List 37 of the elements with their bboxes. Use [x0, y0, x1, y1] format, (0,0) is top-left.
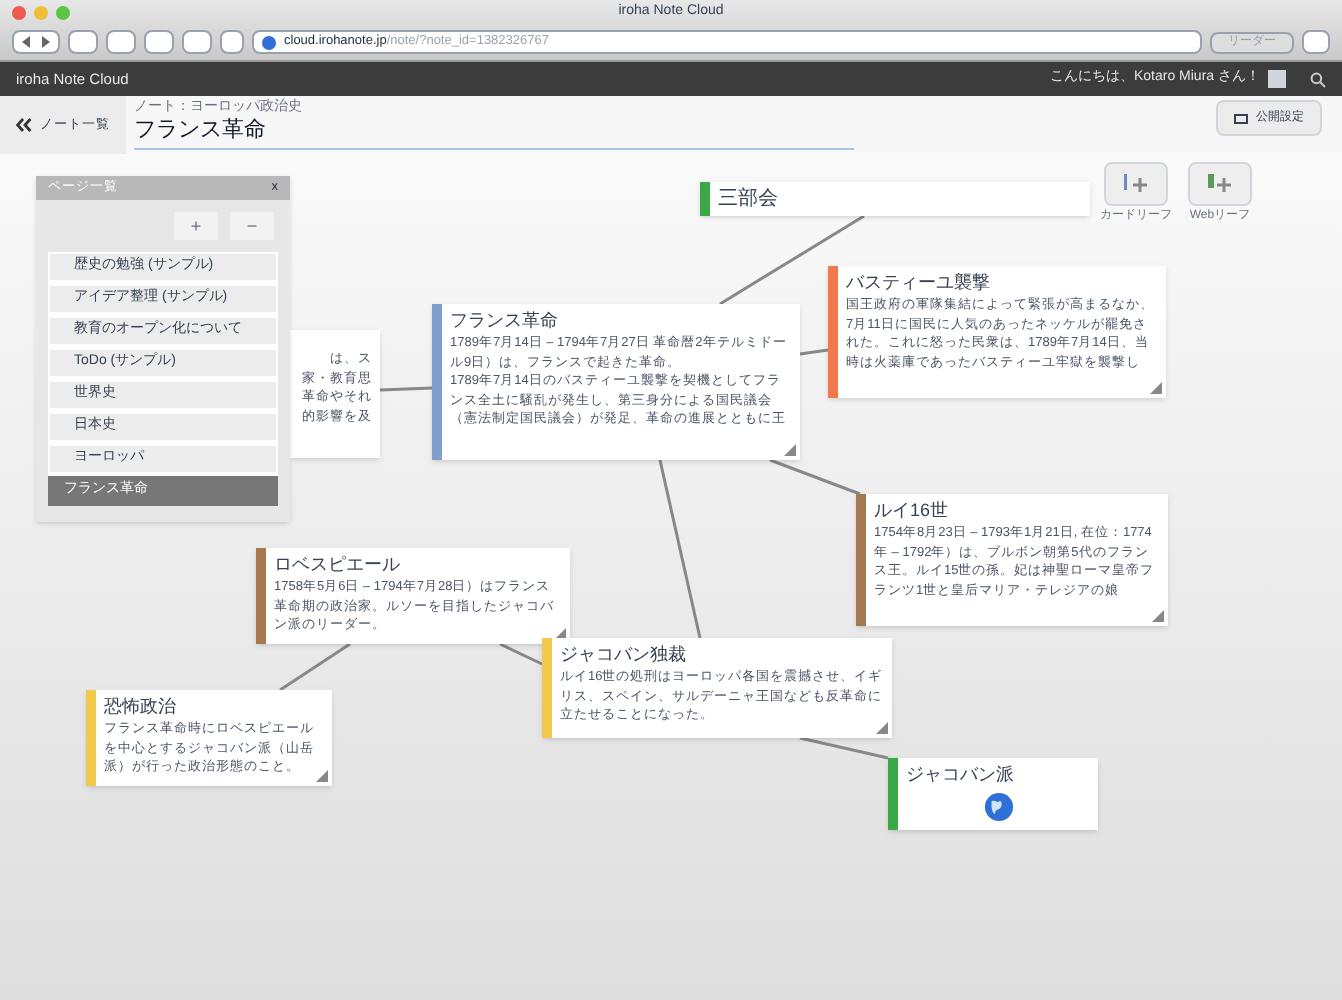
minimize-window-icon[interactable]	[34, 6, 48, 20]
search-icon[interactable]	[1310, 71, 1326, 87]
resize-icon	[876, 722, 888, 734]
card-title: ルイ16世	[874, 498, 951, 524]
add-leaf-button[interactable]	[1188, 162, 1252, 206]
globe-icon	[983, 792, 1013, 822]
add-leaf-button[interactable]	[1104, 162, 1168, 206]
card-title: 三部会	[718, 186, 780, 214]
connector-line	[499, 642, 543, 666]
connector-line	[769, 458, 861, 496]
resize-icon	[784, 444, 796, 456]
maximize-window-icon[interactable]	[56, 6, 70, 20]
card-title: 恐怖政治	[104, 694, 178, 720]
card-title: ジャコバン独裁	[560, 642, 688, 668]
close-window-icon[interactable]	[12, 6, 26, 20]
add-page-button[interactable]: +	[174, 212, 218, 240]
add-web-leaf-icon	[1206, 174, 1234, 194]
note-card[interactable]: 三部会	[700, 182, 1090, 216]
resize-icon	[1152, 610, 1164, 622]
card-title: ロベスピエール	[274, 552, 402, 578]
double-chevron-icon	[16, 118, 32, 132]
card-title: ジャコバン派	[906, 762, 1016, 788]
back-forward-icon[interactable]	[12, 30, 60, 54]
remove-page-button[interactable]: −	[230, 212, 274, 240]
avatar-icon	[1268, 70, 1286, 88]
globe-icon	[262, 35, 276, 49]
connector-line	[799, 348, 829, 356]
connector-line	[279, 642, 351, 692]
resize-icon	[1150, 382, 1162, 394]
connector-line	[799, 736, 889, 760]
resize-icon	[316, 770, 328, 782]
add-card-leaf-icon	[1122, 174, 1150, 194]
card-title: バスティーユ襲撃	[846, 270, 992, 296]
card-title: フランス革命	[450, 308, 560, 334]
note-card[interactable]: ジャコバン派	[888, 758, 1098, 830]
connector-line	[379, 386, 433, 392]
page-title-field[interactable]: フランス革命	[134, 116, 854, 144]
